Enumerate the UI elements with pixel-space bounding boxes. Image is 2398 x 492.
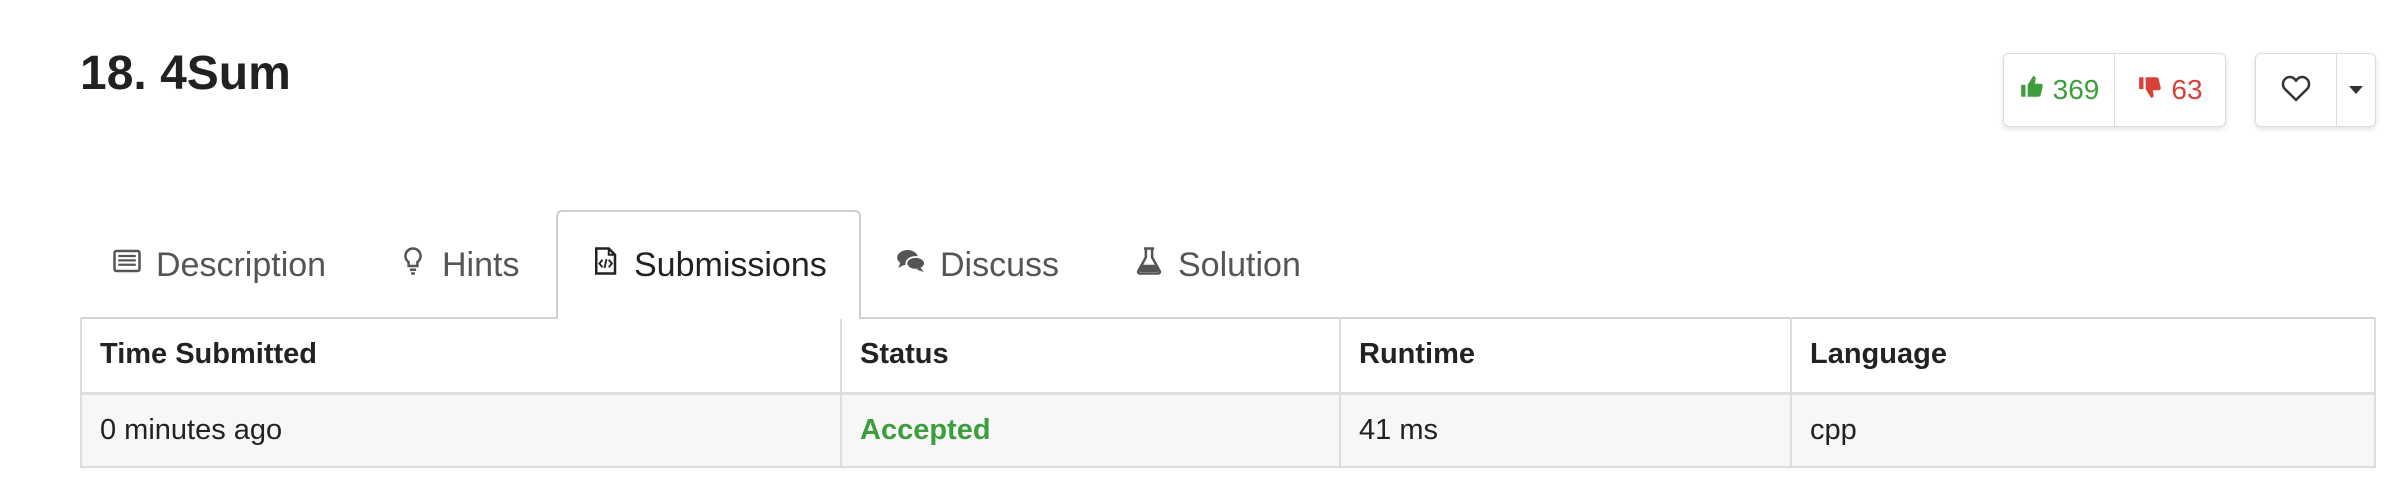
caret-down-icon xyxy=(2349,86,2363,94)
tab-label: Submissions xyxy=(634,246,827,284)
submission-status-link[interactable]: Accepted xyxy=(860,414,991,446)
tab-solution[interactable]: Solution xyxy=(1134,212,1301,319)
submission-status-cell: Accepted xyxy=(840,393,1340,467)
submission-time: 0 minutes ago xyxy=(81,393,841,467)
tab-description[interactable]: Description xyxy=(112,212,326,319)
flask-icon xyxy=(1134,246,1164,285)
tab-submissions[interactable]: Submissions xyxy=(556,210,861,319)
tab-hints[interactable]: Hints xyxy=(398,212,519,319)
submissions-table: Time Submitted Status Runtime Language 0… xyxy=(80,317,2376,468)
tab-label: Discuss xyxy=(940,246,1060,284)
problem-page: 18. 4Sum 369 63 Description Hints Submis… xyxy=(0,0,2398,492)
downvote-button[interactable]: 63 xyxy=(2114,54,2225,126)
description-icon xyxy=(112,246,142,285)
header-runtime: Runtime xyxy=(1339,317,1791,395)
table-header-row: Time Submitted Status Runtime Language xyxy=(81,317,2375,395)
thumbs-up-icon xyxy=(2019,74,2045,107)
upvote-count: 369 xyxy=(2052,74,2100,105)
submission-language: cpp xyxy=(1790,393,2375,467)
lightbulb-icon xyxy=(398,246,428,285)
tab-discuss[interactable]: Discuss xyxy=(896,212,1059,319)
downvote-count: 63 xyxy=(2171,74,2203,105)
tab-label: Solution xyxy=(1178,246,1301,284)
heart-icon xyxy=(2281,74,2311,107)
table-row: 0 minutes ago Accepted 41 ms cpp xyxy=(81,393,2375,467)
upvote-button[interactable]: 369 xyxy=(2004,54,2114,126)
vote-group: 369 63 xyxy=(2003,53,2226,127)
comments-icon xyxy=(896,246,926,285)
code-file-icon xyxy=(590,246,620,285)
thumbs-down-icon xyxy=(2137,74,2163,107)
favorite-button[interactable] xyxy=(2256,54,2336,126)
submission-runtime: 41 ms xyxy=(1339,393,1791,467)
tab-label: Description xyxy=(156,246,327,284)
tab-label: Hints xyxy=(442,246,520,284)
page-title: 18. 4Sum xyxy=(80,47,291,100)
favorite-dropdown-button[interactable] xyxy=(2336,54,2375,126)
problem-tabs: Description Hints Submissions Discuss So… xyxy=(80,210,2376,319)
header-status: Status xyxy=(840,317,1340,395)
header-language: Language xyxy=(1790,317,2375,395)
header-time-submitted: Time Submitted xyxy=(81,317,841,395)
favorite-group xyxy=(2255,53,2376,127)
